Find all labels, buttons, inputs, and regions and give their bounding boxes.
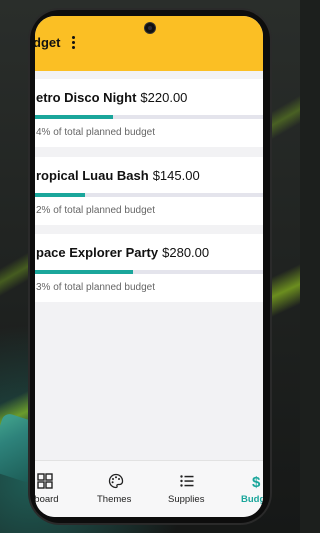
budget-amount: $280.00 xyxy=(162,245,210,260)
budget-progress-fill xyxy=(35,115,113,119)
more-menu-icon[interactable] xyxy=(72,36,76,50)
nav-item-dashboard[interactable]: nboard xyxy=(35,461,73,517)
budget-progress-bar xyxy=(35,270,263,274)
nav-label: nboard xyxy=(35,494,59,505)
budget-card-title: etro Disco Night $220.00 xyxy=(36,90,187,105)
party-name: pace Explorer Party xyxy=(36,245,159,260)
front-camera xyxy=(145,23,155,33)
budget-card-title: pace Explorer Party $280.00 xyxy=(36,245,209,260)
budget-percent-text: 3% of total planned budget xyxy=(36,282,155,293)
budget-progress-fill xyxy=(35,270,134,274)
list-icon xyxy=(180,475,194,487)
palette-icon xyxy=(108,473,124,489)
nav-label: Themes xyxy=(97,494,132,505)
svg-text:$: $ xyxy=(252,474,261,489)
bottom-navigation: nboard Themes Supplies xyxy=(35,461,263,517)
page-title: dget xyxy=(35,35,61,50)
nav-item-themes[interactable]: Themes xyxy=(93,461,139,517)
party-name: ropical Luau Bash xyxy=(36,168,149,183)
nav-item-budget[interactable]: $ Budg xyxy=(237,461,263,517)
dashboard-grid-icon xyxy=(37,473,53,489)
budget-percent-text: 4% of total planned budget xyxy=(36,127,155,138)
budget-amount: $145.00 xyxy=(152,168,200,183)
budget-progress-bar xyxy=(35,193,263,197)
budget-progress-fill xyxy=(35,193,86,197)
party-name: etro Disco Night xyxy=(36,90,137,105)
dollar-icon: $ xyxy=(252,474,261,489)
budget-amount: $220.00 xyxy=(140,90,188,105)
budget-card[interactable]: ropical Luau Bash $145.00 2% of total pla… xyxy=(35,157,263,225)
app-screen: dget etro Disco Night $220.00 4% of total… xyxy=(35,16,263,517)
budget-card[interactable]: pace Explorer Party $280.00 3% of total p… xyxy=(35,234,263,302)
nav-label: Supplies xyxy=(168,494,205,505)
budget-progress-bar xyxy=(35,115,263,119)
budget-card-title: ropical Luau Bash $145.00 xyxy=(36,168,200,183)
nav-label: Budg xyxy=(241,494,263,505)
nav-item-supplies[interactable]: Supplies xyxy=(163,461,211,517)
budget-card[interactable]: etro Disco Night $220.00 4% of total plan… xyxy=(35,79,263,147)
budget-percent-text: 2% of total planned budget xyxy=(36,205,155,216)
